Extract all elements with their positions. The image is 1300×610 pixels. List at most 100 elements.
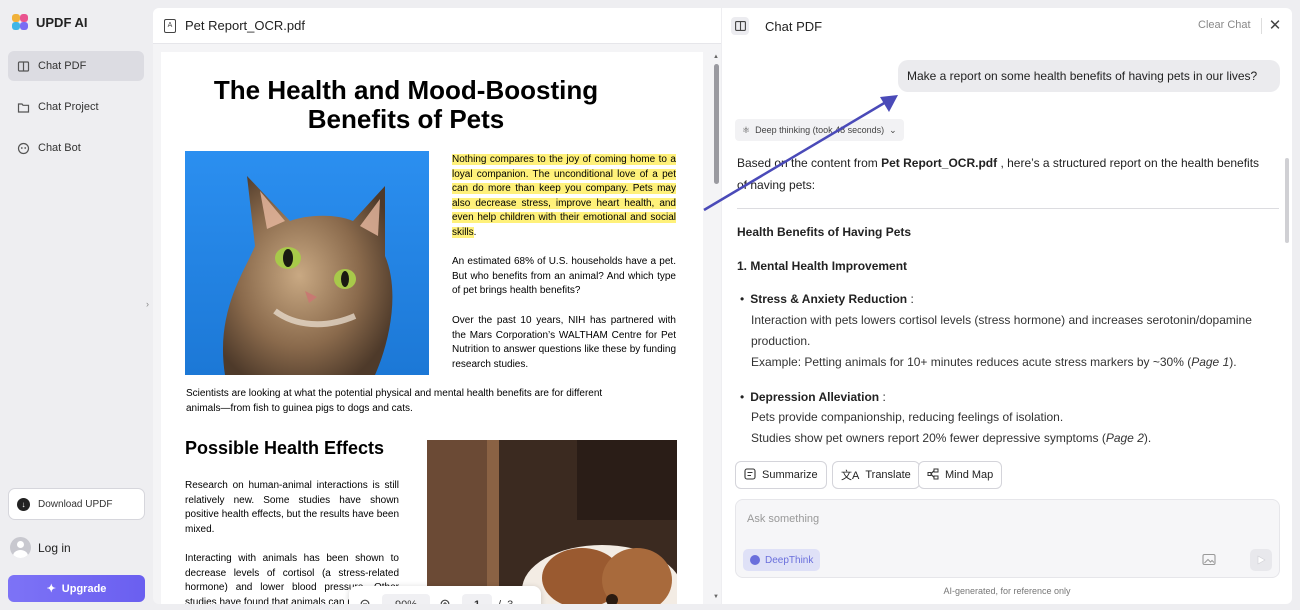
chat-input[interactable] — [747, 510, 1147, 528]
bullet-dot: • — [740, 390, 745, 404]
page-reference-link[interactable]: Page 2 — [1106, 431, 1144, 445]
page-number-input[interactable]: 1 — [462, 593, 492, 604]
scroll-up-arrow-icon[interactable]: ▲ — [713, 54, 719, 60]
bullet-stress: • Stress & Anxiety Reduction : — [740, 292, 914, 306]
deepthink-label: DeepThink — [765, 554, 814, 566]
ai-disclaimer: AI-generated, for reference only — [943, 586, 1071, 596]
login-link[interactable]: Log in — [10, 537, 71, 558]
zoom-in-icon[interactable] — [436, 595, 456, 604]
close-icon[interactable]: ✕ — [1268, 16, 1282, 34]
upgrade-button[interactable]: ✦ Upgrade — [8, 575, 145, 602]
intro-paragraph: Nothing compares to the joy of coming ho… — [452, 153, 676, 240]
sidebar-item-label: Chat Project — [38, 101, 99, 113]
pdf-filename: Pet Report_OCR.pdf — [185, 18, 305, 33]
mind-map-icon — [927, 468, 939, 483]
paragraph-nih: Over the past 10 years, NIH has partnere… — [452, 315, 676, 370]
chat-panel: Chat PDF Clear Chat ✕ Make a report on s… — [722, 8, 1292, 604]
section-heading: Possible Health Effects — [185, 438, 385, 458]
line-prefix: Studies show pet owners report 20% fewer… — [751, 431, 1106, 445]
sidebar: UPDF AI Chat PDF Chat Project Chat Bot ›… — [0, 0, 152, 610]
send-icon[interactable] — [1250, 549, 1272, 571]
panel-toggle-book-icon[interactable] — [731, 17, 749, 35]
bullet1-line1: Interaction with pets lowers cortisol le… — [751, 313, 1252, 327]
clear-chat-button[interactable]: Clear Chat — [1198, 19, 1251, 31]
header-divider — [1261, 18, 1262, 34]
intro-file: Pet Report_OCR.pdf — [881, 156, 998, 170]
sidebar-item-label: Chat PDF — [38, 60, 87, 72]
page-separator: / — [498, 599, 501, 605]
paragraph-research: Research on human-animal interactions is… — [185, 480, 399, 535]
pdf-page[interactable]: The Health and Mood-Boosting Benefits of… — [161, 52, 703, 604]
pdf-file-icon: A — [164, 18, 176, 33]
avatar — [10, 537, 31, 558]
image-upload-icon[interactable] — [1200, 550, 1218, 568]
bullet-dot: • — [740, 292, 745, 306]
updf-logo-icon — [12, 14, 28, 30]
cat-photo — [185, 151, 429, 375]
brand-name: UPDF AI — [36, 14, 88, 30]
summarize-icon — [744, 467, 756, 483]
sidebar-item-chat-project[interactable]: Chat Project — [8, 92, 144, 122]
summarize-label: Summarize — [762, 469, 818, 481]
line-suffix: ). — [1143, 431, 1152, 445]
mind-map-label: Mind Map — [945, 469, 994, 481]
paragraph-households: An estimated 68% of U.S. households have… — [452, 256, 676, 296]
collapse-sidebar-chevron-icon[interactable]: › — [143, 292, 152, 316]
answer-divider — [737, 208, 1279, 209]
bullet1-example: Example: Petting animals for 10+ minutes… — [751, 352, 1281, 373]
folder-icon — [17, 101, 30, 114]
page-reference-link[interactable]: Page 1 — [1191, 355, 1229, 369]
pdf-viewer: A Pet Report_OCR.pdf The Health and Mood… — [153, 8, 721, 604]
deep-thinking-toggle[interactable]: ⚛ Deep thinking (took 48 seconds) ⌄ — [735, 119, 904, 141]
upgrade-label: Upgrade — [61, 582, 107, 595]
bot-icon — [17, 142, 30, 155]
bullet2-line2: Studies show pet owners report 20% fewer… — [751, 428, 1281, 449]
chevron-down-icon: ⌄ — [889, 124, 897, 135]
highlighted-text: Nothing compares to the joy of coming ho… — [452, 154, 676, 238]
title-line-2: Benefits of Pets — [307, 104, 505, 134]
pdf-scrollbar[interactable]: ▲ ▼ — [711, 52, 721, 604]
intro-prefix: Based on the content from — [737, 156, 882, 170]
translate-label: Translate — [865, 469, 911, 481]
zoom-level[interactable]: 90% — [382, 593, 430, 604]
chat-scroll-thumb[interactable] — [1285, 158, 1289, 243]
title-line-1: The Health and Mood-Boosting — [213, 75, 599, 105]
example-suffix: ). — [1229, 355, 1237, 369]
highlight-tail: . — [473, 226, 477, 238]
sidebar-item-chat-pdf[interactable]: Chat PDF — [8, 51, 144, 81]
answer-intro: Based on the content from Pet Report_OCR… — [737, 152, 1267, 196]
example-prefix: Example: Petting animals for 10+ minutes… — [751, 355, 1192, 369]
deep-thinking-label: Deep thinking (took 48 seconds) — [755, 125, 885, 135]
sidebar-item-chat-bot[interactable]: Chat Bot — [8, 133, 144, 163]
bullet-title: Stress & Anxiety Reduction — [750, 292, 908, 306]
brand: UPDF AI — [12, 14, 88, 30]
user-message: Make a report on some health benefits of… — [898, 60, 1280, 92]
chat-input-box: DeepThink — [735, 499, 1280, 578]
zoom-toolbar: 90% 1 / 3 — [349, 586, 541, 604]
bullet-depression: • Depression Alleviation : — [740, 390, 886, 404]
scroll-down-arrow-icon[interactable]: ▼ — [713, 594, 719, 600]
deepthink-toggle[interactable]: DeepThink — [743, 549, 821, 571]
pdf-header: A Pet Report_OCR.pdf — [153, 8, 721, 44]
atom-icon: ⚛ — [742, 124, 751, 135]
download-updf-button[interactable]: ↓ Download UPDF — [8, 488, 145, 520]
bullet-title: Depression Alleviation — [750, 390, 880, 404]
summarize-button[interactable]: Summarize — [735, 461, 827, 489]
zoom-out-icon[interactable] — [356, 595, 376, 604]
document-title: The Health and Mood-Boosting Benefits of… — [201, 76, 611, 134]
bullet2-line1: Pets provide companionship, reducing fee… — [751, 410, 1064, 424]
book-icon — [17, 60, 30, 73]
sparkle-icon: ✦ — [46, 583, 56, 595]
translate-button[interactable]: 文A Translate — [832, 461, 920, 489]
bullet-colon: : — [879, 390, 886, 404]
bullet-colon: : — [907, 292, 914, 306]
pdf-scroll-thumb[interactable] — [714, 64, 719, 184]
translate-icon: 文A — [841, 470, 860, 482]
download-icon: ↓ — [17, 497, 30, 511]
total-pages: 3 — [507, 599, 513, 605]
bullet1-line2: production. — [751, 334, 811, 348]
login-label: Log in — [38, 540, 71, 555]
download-label: Download UPDF — [38, 498, 113, 510]
mind-map-button[interactable]: Mind Map — [918, 461, 1003, 489]
paragraph-scientists: Scientists are looking at what the poten… — [186, 388, 603, 414]
